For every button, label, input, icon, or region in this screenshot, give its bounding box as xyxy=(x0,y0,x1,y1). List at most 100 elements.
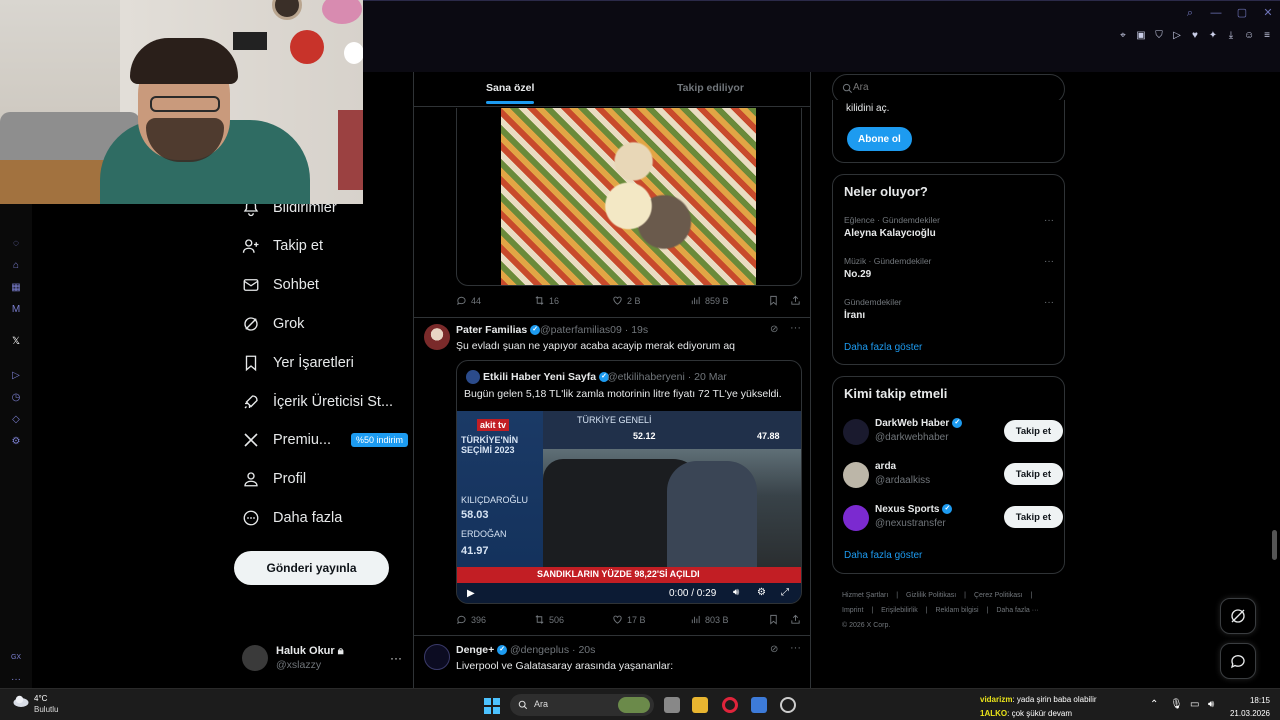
follow-button[interactable]: Takip et xyxy=(1003,506,1063,528)
retweet-button[interactable]: 506 xyxy=(534,614,564,625)
reply-button[interactable]: 396 xyxy=(456,614,486,625)
store-icon[interactable] xyxy=(751,697,767,713)
pinboard-icon[interactable]: ◇ xyxy=(10,414,22,426)
task-view-icon[interactable] xyxy=(664,697,680,713)
menu-icon[interactable]: ≡ xyxy=(1262,31,1272,41)
avatar[interactable] xyxy=(424,324,450,350)
bookmark-icon[interactable] xyxy=(768,614,779,625)
footer-link[interactable]: Çerez Politikası xyxy=(974,592,1023,599)
wallet-icon[interactable]: ▦ xyxy=(10,282,22,294)
weather-widget[interactable]: 4°C Bulutlu xyxy=(12,693,58,714)
grok-icon[interactable]: ⊘ xyxy=(770,644,778,655)
player-icon[interactable]: ▷ xyxy=(10,370,22,382)
play-icon[interactable]: ▷ xyxy=(1172,31,1182,41)
volume-icon[interactable]: 🔊︎ xyxy=(733,587,739,598)
search-input[interactable] xyxy=(853,82,1053,93)
search-icon[interactable]: ⌕ xyxy=(1184,7,1196,19)
restore-icon[interactable]: ▢ xyxy=(1236,7,1248,19)
like-button[interactable]: 2 B xyxy=(612,295,641,306)
messages-fab[interactable] xyxy=(1220,643,1256,679)
nav-grok[interactable]: Grok xyxy=(241,309,304,339)
tweet-author-handle[interactable]: @dengeplus · 20s xyxy=(510,644,595,656)
settings-icon[interactable]: ⚙ xyxy=(10,436,22,448)
nav-creator-studio[interactable]: İçerik Üreticisi St... xyxy=(241,387,393,417)
nav-chat[interactable]: Sohbet xyxy=(241,270,319,300)
app-icon[interactable] xyxy=(780,697,796,713)
screenshot-icon[interactable]: ▣ xyxy=(1136,31,1146,41)
tweet-author-name[interactable]: Pater Familias ✓ xyxy=(456,324,541,336)
account-switcher[interactable]: Haluk Okur 🔒︎ @xslazzy ··· xyxy=(242,643,402,675)
follow-suggestion[interactable]: Nexus Sports ✓ @nexustransfer Takip et xyxy=(843,503,1063,533)
notes-icon[interactable]: ⌂ xyxy=(10,260,22,272)
quoted-tweet[interactable]: Etkili Haber Yeni Sayfa ✓ @etkilihaberyen… xyxy=(456,360,802,604)
account-more-icon[interactable]: ··· xyxy=(390,651,402,665)
reply-button[interactable]: 44 xyxy=(456,295,481,306)
fullscreen-icon[interactable]: ⤢ xyxy=(781,587,789,598)
who-to-follow-show-more-link[interactable]: Daha fazla göster xyxy=(844,550,922,561)
nav-profile[interactable]: Profil xyxy=(241,464,306,494)
footer-link[interactable]: Reklam bilgisi xyxy=(935,607,978,614)
follow-suggestion[interactable]: DarkWeb Haber ✓ @darkwebhaber Takip et xyxy=(843,417,1063,447)
nav-bookmarks[interactable]: Yer İşaretleri xyxy=(241,348,354,378)
start-button[interactable] xyxy=(484,698,500,714)
profile-icon[interactable]: ☺ xyxy=(1244,31,1254,41)
nav-premium[interactable]: Premiu... %50 indirim xyxy=(241,425,409,455)
scrollbar[interactable] xyxy=(1272,530,1277,560)
chevron-up-icon[interactable]: ⌃ xyxy=(1150,699,1158,710)
puzzle-icon[interactable]: ✦ xyxy=(1208,31,1218,41)
volume-icon[interactable]: 🔊︎ xyxy=(1208,699,1214,710)
clock[interactable]: 18:15 21.03.2026 xyxy=(1230,694,1270,720)
subscribe-button[interactable]: Abone ol xyxy=(847,127,912,151)
tab-following[interactable]: Takip ediliyor xyxy=(677,82,744,94)
file-explorer-icon[interactable] xyxy=(692,697,708,713)
footer-link[interactable]: Erişilebilirlik xyxy=(881,607,918,614)
nav-follow[interactable]: Takip et xyxy=(241,231,323,261)
download-icon[interactable]: ⤓ xyxy=(1226,31,1236,41)
grok-icon[interactable]: ⊘ xyxy=(770,324,778,335)
close-icon[interactable]: ✕ xyxy=(1262,7,1274,19)
tweet-more-icon[interactable]: ··· xyxy=(790,642,801,654)
like-button[interactable]: 17 B xyxy=(612,614,646,625)
grok-fab[interactable] xyxy=(1220,598,1256,634)
footer-link[interactable]: Daha fazla ··· xyxy=(996,607,1038,614)
tweet-author-handle[interactable]: @paterfamilias09 · 19s xyxy=(540,324,648,336)
rail-more-icon[interactable]: ··· xyxy=(10,674,22,686)
history-icon[interactable]: ◌ xyxy=(10,238,22,250)
minimize-icon[interactable]: — xyxy=(1210,7,1222,19)
views-button[interactable]: 859 B xyxy=(690,295,729,306)
tweet-more-icon[interactable]: ··· xyxy=(790,322,801,334)
avatar[interactable] xyxy=(424,644,450,670)
x-app-icon[interactable]: 𝕏 xyxy=(10,336,22,348)
trends-show-more-link[interactable]: Daha fazla göster xyxy=(844,342,922,353)
taskbar-search[interactable]: Ara xyxy=(510,694,654,716)
settings-icon[interactable]: ⚙ xyxy=(757,587,766,598)
microphone-icon[interactable]: 🎙︎ xyxy=(1170,699,1183,710)
shield-icon[interactable]: ⛉ xyxy=(1154,31,1164,41)
footer-link[interactable]: Gizlilik Politikası xyxy=(906,592,956,599)
network-icon[interactable]: ▭ xyxy=(1190,699,1199,710)
tweet-author-name[interactable]: Denge+ ✓ xyxy=(456,644,508,656)
follow-button[interactable]: Takip et xyxy=(1003,420,1063,442)
bookmark-icon[interactable] xyxy=(768,295,779,306)
trend-more-icon[interactable]: ··· xyxy=(1044,297,1054,308)
heart-icon[interactable]: ♥ xyxy=(1190,31,1200,41)
clock-icon[interactable]: ◷ xyxy=(10,392,22,404)
play-icon[interactable]: ▶ xyxy=(467,588,475,599)
footer-link[interactable]: Hizmet Şartları xyxy=(842,592,888,599)
video-player[interactable]: akit tv TÜRKİYE'NİN SEÇİMİ 2023 TÜRKİYE … xyxy=(457,411,801,603)
share-icon[interactable] xyxy=(790,614,801,625)
gx-icon[interactable]: GX xyxy=(10,652,22,664)
nav-more[interactable]: Daha fazla xyxy=(241,503,342,533)
follow-button[interactable]: Takip et xyxy=(1003,463,1063,485)
share-icon[interactable] xyxy=(790,295,801,306)
post-button[interactable]: Gönderi yayınla xyxy=(234,551,389,585)
trend-more-icon[interactable]: ··· xyxy=(1044,256,1054,267)
retweet-button[interactable]: 16 xyxy=(534,295,559,306)
pin-icon[interactable]: ⌖ xyxy=(1118,31,1128,41)
opera-gx-icon[interactable] xyxy=(722,697,738,713)
trend-more-icon[interactable]: ··· xyxy=(1044,215,1054,226)
views-button[interactable]: 803 B xyxy=(690,614,729,625)
tab-for-you[interactable]: Sana özel xyxy=(486,82,535,104)
mail-app-icon[interactable]: M xyxy=(10,304,22,316)
footer-link[interactable]: Imprint xyxy=(842,607,863,614)
